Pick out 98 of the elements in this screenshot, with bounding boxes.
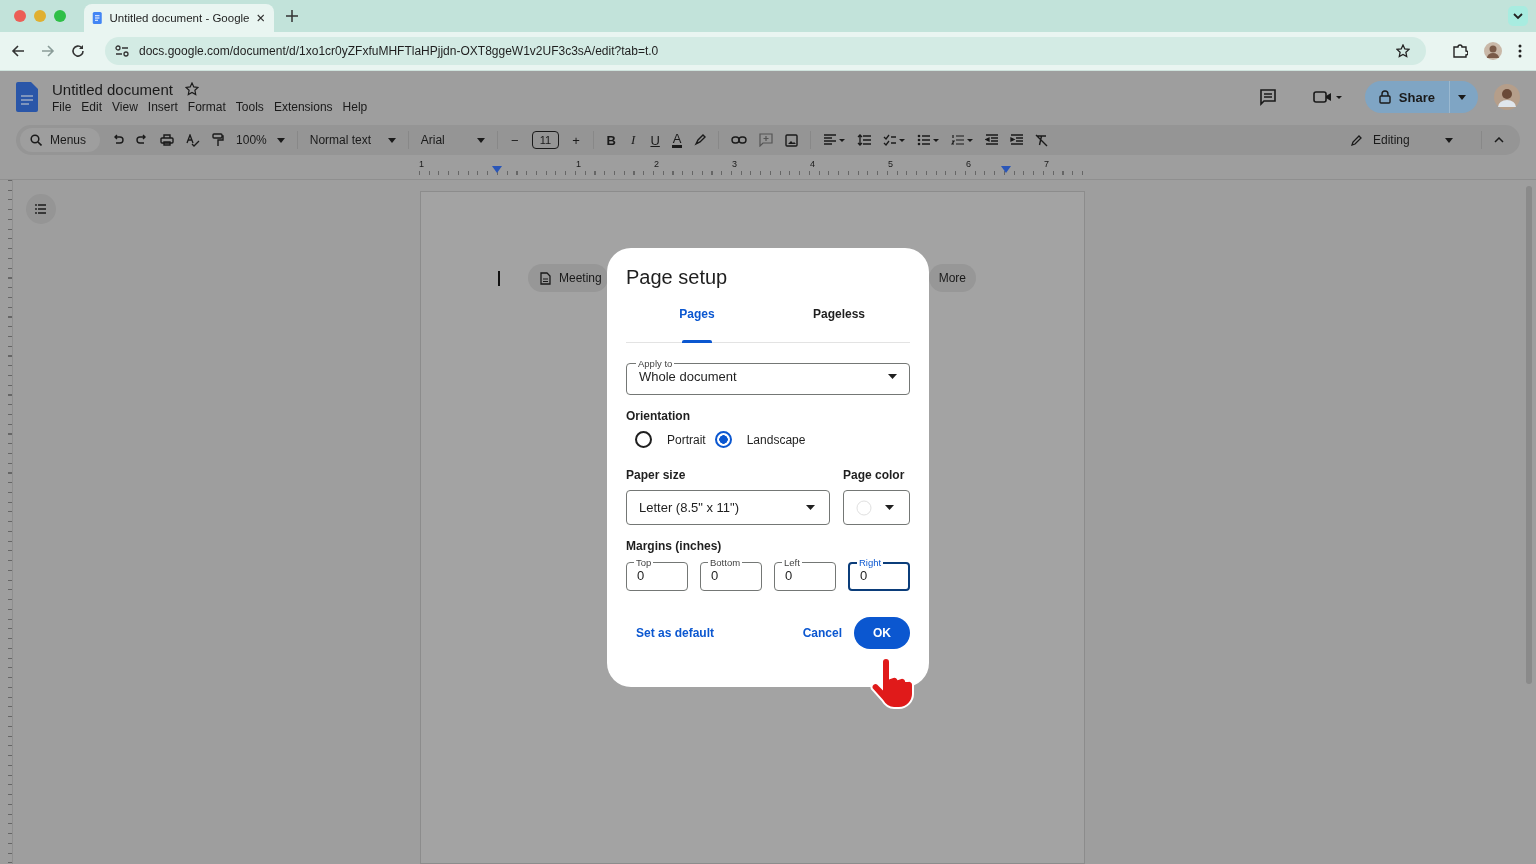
underline-button[interactable]: U <box>650 132 661 148</box>
menu-item[interactable]: Tools <box>235 99 264 114</box>
comment-icon[interactable] <box>1258 88 1277 106</box>
page-color-dropdown[interactable] <box>843 490 910 525</box>
pencil-icon <box>1351 134 1363 146</box>
lock-icon <box>1378 90 1391 104</box>
text-color-button[interactable]: A <box>672 132 683 148</box>
menu-item[interactable]: View <box>112 99 138 114</box>
caret-icon <box>387 137 396 143</box>
margin-field[interactable]: Left 0 <box>774 557 836 591</box>
menu-item[interactable]: Edit <box>81 99 103 114</box>
tab[interactable]: Pageless <box>768 307 910 342</box>
menu-item[interactable]: File <box>52 99 72 114</box>
numbered-list-icon[interactable] <box>951 134 974 146</box>
close-icon[interactable] <box>256 13 264 23</box>
decrease-font-size-button[interactable]: − <box>509 132 520 148</box>
decrease-indent-icon[interactable] <box>985 134 999 146</box>
section-label: Margins (inches) <box>626 539 723 553</box>
margin-field[interactable]: Bottom 0 <box>700 557 762 591</box>
avatar-icon[interactable] <box>1494 84 1520 110</box>
style-dropdown[interactable]: Normal text <box>309 133 396 147</box>
menu-item[interactable]: Format <box>187 99 226 114</box>
back-icon[interactable] <box>11 44 25 58</box>
site-settings-icon[interactable] <box>115 45 129 57</box>
line-spacing-icon[interactable] <box>857 134 872 146</box>
tab-title: Untitled document - Google <box>109 12 250 24</box>
caret-icon[interactable] <box>1458 94 1466 100</box>
print-icon[interactable] <box>160 134 175 146</box>
paint-roller-icon[interactable] <box>212 133 225 147</box>
section-label: Page color <box>843 468 906 482</box>
font-size-field[interactable]: 11 <box>531 131 560 149</box>
increase-indent-icon[interactable] <box>1010 134 1024 146</box>
bold-button[interactable]: B <box>606 132 617 148</box>
tab[interactable]: Pages <box>626 307 768 342</box>
caret-icon <box>888 374 897 379</box>
editing-mode-dropdown[interactable]: Editing <box>1351 133 1469 147</box>
section-label: Orientation <box>626 409 691 423</box>
increase-font-size-button[interactable]: + <box>571 132 582 148</box>
more-vertical-icon[interactable] <box>1518 44 1522 58</box>
indent-marker-icon[interactable] <box>492 166 502 173</box>
video-camera-icon[interactable] <box>1312 90 1343 104</box>
color-swatch-icon <box>856 499 872 516</box>
set-as-default-button[interactable]: Set as default <box>636 626 715 640</box>
indent-marker-icon[interactable] <box>1001 166 1011 173</box>
dialog-title: Page setup <box>626 266 729 289</box>
docs-logo-icon[interactable] <box>16 82 38 112</box>
address-field[interactable]: docs.google.com/document/d/1xo1cr0yZFxfuMHFTlaHPjjdn-OXT8ggeW1v2UF3c3sA/edit?tab=t.0 <box>105 37 1426 65</box>
cancel-button[interactable]: Cancel <box>802 626 842 640</box>
italic-button[interactable]: I <box>628 132 639 148</box>
apply-to-dropdown[interactable]: Apply to Whole document <box>626 358 910 395</box>
avatar-icon[interactable] <box>1484 42 1502 60</box>
more-chip[interactable]: More <box>928 264 976 292</box>
align-left-icon[interactable] <box>823 134 846 146</box>
font-dropdown[interactable]: Arial <box>420 133 485 147</box>
forward-icon[interactable] <box>41 44 55 58</box>
bulleted-list-icon[interactable] <box>917 134 940 146</box>
star-icon[interactable] <box>1396 44 1410 58</box>
caret-icon <box>885 505 894 510</box>
zoom-dropdown[interactable]: 100% <box>236 133 285 147</box>
chevron-up-icon[interactable] <box>1494 137 1504 143</box>
section-label: Paper size <box>626 468 687 482</box>
clear-formatting-icon[interactable] <box>1035 133 1049 147</box>
add-comment-icon[interactable] <box>759 133 774 147</box>
caret-icon <box>276 137 285 143</box>
template-chip[interactable]: Meeting <box>528 264 608 292</box>
margin-field[interactable]: Right 0 <box>848 557 910 591</box>
ok-button[interactable]: OK <box>854 617 910 649</box>
document-icon <box>540 271 551 285</box>
caret-icon <box>1445 137 1453 143</box>
horizontal-ruler[interactable]: 1 1 2 3 4 5 6 7 <box>419 159 1085 175</box>
document-title[interactable]: Untitled document <box>52 80 173 98</box>
reload-icon[interactable] <box>71 44 85 58</box>
browser-tab[interactable]: Untitled document - Google <box>84 4 274 32</box>
star-icon[interactable] <box>184 82 199 96</box>
puzzle-icon[interactable] <box>1452 43 1468 59</box>
search-icon <box>30 134 42 146</box>
menu-item[interactable]: Help <box>342 99 368 114</box>
orientation-radio[interactable]: Portrait <box>635 431 706 448</box>
checklist-icon[interactable] <box>883 134 906 146</box>
menu-item[interactable]: Extensions <box>273 99 333 114</box>
chevron-down-icon[interactable] <box>1508 6 1528 26</box>
margin-field[interactable]: Top 0 <box>626 557 688 591</box>
caret-icon <box>476 137 485 143</box>
outline-icon[interactable] <box>26 194 56 224</box>
undo-icon[interactable] <box>112 134 125 146</box>
document-icon <box>92 10 103 26</box>
image-icon[interactable] <box>785 133 799 147</box>
orientation-radio[interactable]: Landscape <box>714 431 806 448</box>
new-tab-icon[interactable] <box>286 10 298 22</box>
highlighter-icon[interactable] <box>694 134 707 146</box>
paper-size-dropdown[interactable]: Letter (8.5" x 11") <box>626 490 830 525</box>
text-cursor <box>498 270 500 286</box>
share-button[interactable]: Share <box>1364 81 1478 113</box>
link-icon[interactable] <box>731 135 748 145</box>
caret-icon <box>806 505 815 510</box>
menu-item[interactable]: Insert <box>147 99 178 114</box>
menus-search-button[interactable]: Menus <box>20 128 101 152</box>
spellcheck-icon[interactable] <box>186 133 201 147</box>
